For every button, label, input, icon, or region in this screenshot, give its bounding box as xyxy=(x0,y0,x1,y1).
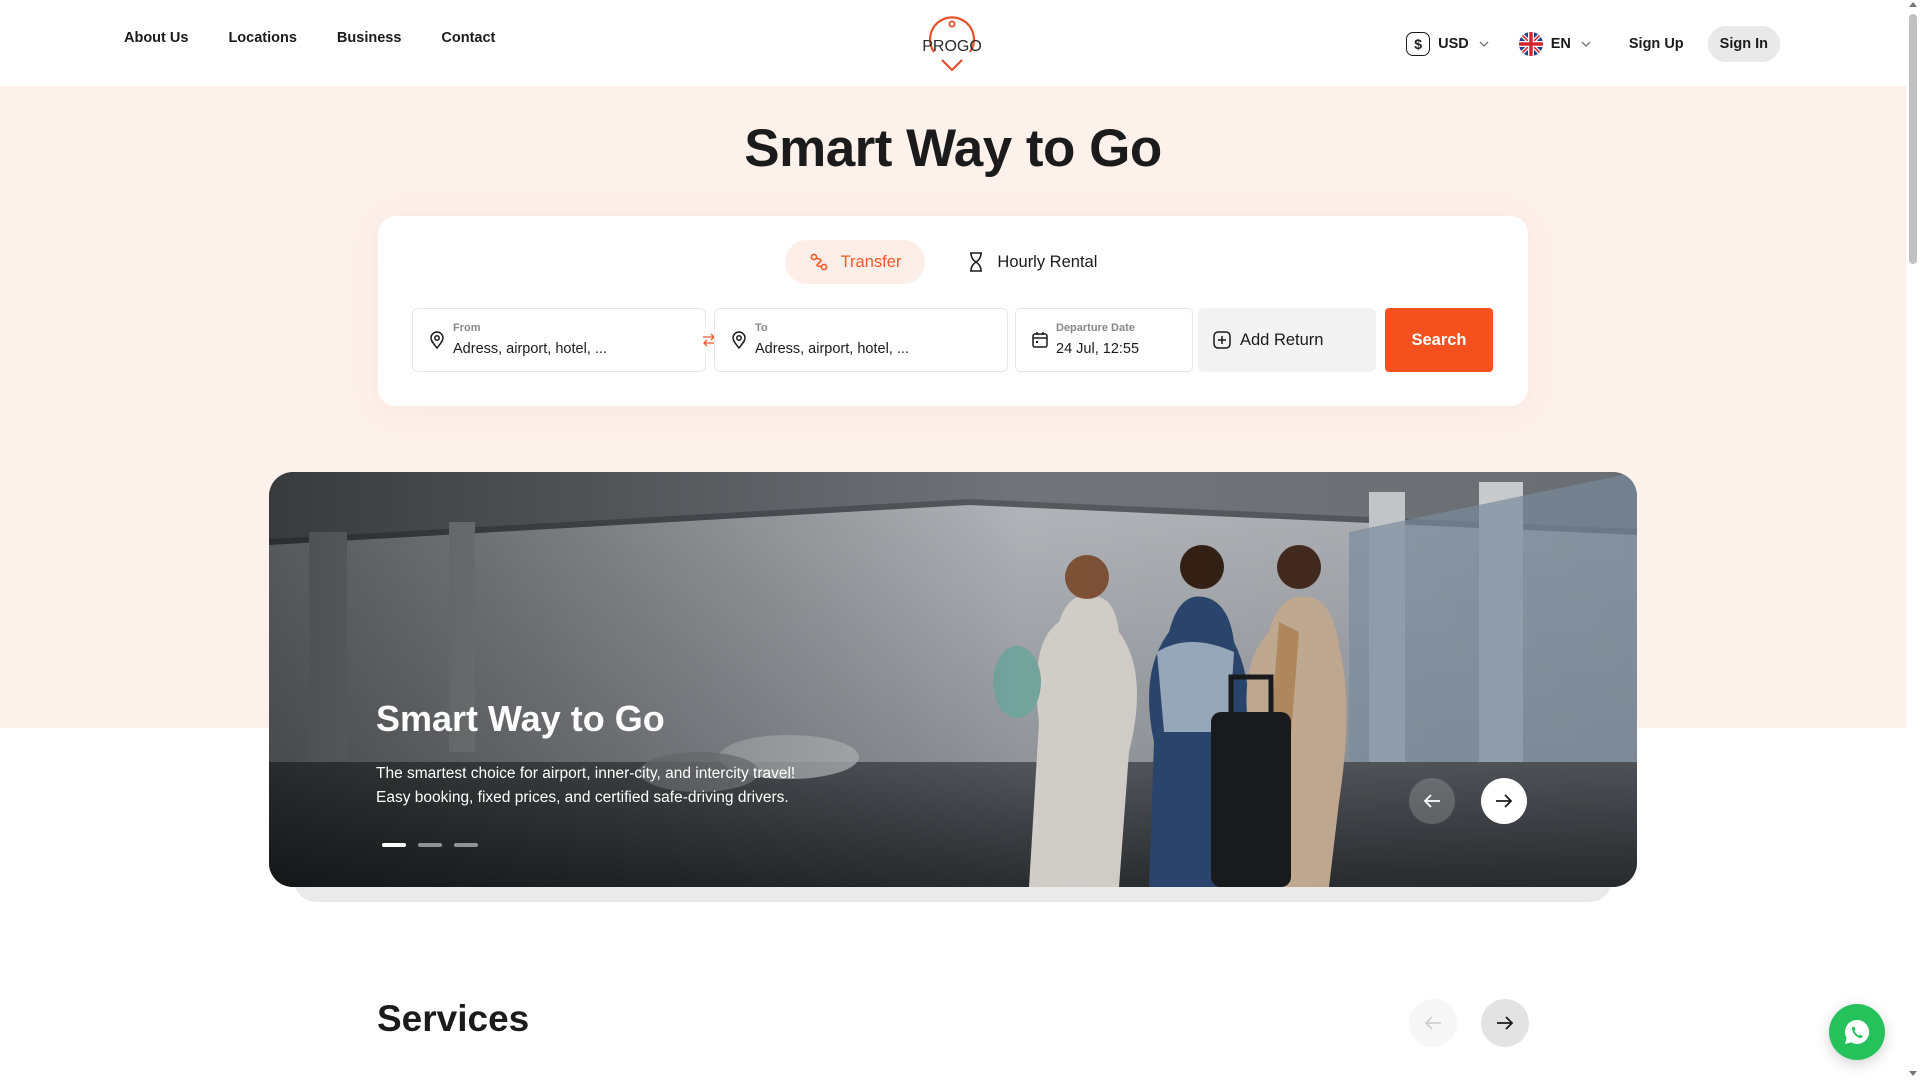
route-icon xyxy=(810,253,827,271)
scroll-up-arrow-icon[interactable] xyxy=(1909,2,1917,7)
plus-square-icon xyxy=(1213,331,1231,349)
from-label: From xyxy=(453,322,481,334)
header-actions: $ USD EN Sign Up Sign In xyxy=(1406,26,1780,62)
to-field[interactable]: To xyxy=(714,308,1008,372)
language-value: EN xyxy=(1550,36,1571,52)
to-label: To xyxy=(755,322,768,334)
whatsapp-icon xyxy=(1844,1019,1870,1044)
slide-description-line-2: Easy booking, fixed prices, and certifie… xyxy=(376,789,789,806)
hero-slider: Smart Way to Go The smartest choice for … xyxy=(269,472,1637,887)
whatsapp-chat-button[interactable] xyxy=(1829,1004,1885,1060)
sign-in-button[interactable]: Sign In xyxy=(1707,26,1780,62)
airport-travelers-image xyxy=(269,472,1637,887)
nav-business[interactable]: Business xyxy=(337,30,401,46)
arrow-left-icon xyxy=(1424,1016,1441,1030)
slide-description: The smartest choice for airport, inner-c… xyxy=(376,762,936,810)
arrow-left-icon xyxy=(1423,794,1440,808)
nav-contact[interactable]: Contact xyxy=(441,30,495,46)
services-next-button[interactable] xyxy=(1481,999,1529,1047)
hero-title: Smart Way to Go xyxy=(744,119,1162,178)
currency-value: USD xyxy=(1438,36,1469,52)
currency-selector[interactable]: $ USD xyxy=(1406,32,1491,56)
hourglass-icon xyxy=(970,252,983,272)
nav-about-us[interactable]: About Us xyxy=(124,30,188,46)
progo-logo[interactable]: PROGO xyxy=(922,14,982,72)
sign-up-link[interactable]: Sign Up xyxy=(1629,36,1684,52)
services-prev-button[interactable] xyxy=(1409,999,1457,1047)
slide-prev-button[interactable] xyxy=(1409,778,1455,824)
booking-card: Transfer Hourly Rental From To xyxy=(378,216,1528,406)
nav-locations[interactable]: Locations xyxy=(228,30,296,46)
slide-dot-3[interactable] xyxy=(454,843,478,847)
site-header: About Us Locations Business Contact PROG… xyxy=(0,0,1906,86)
search-button[interactable]: Search xyxy=(1385,308,1493,372)
slide-dot-1[interactable] xyxy=(382,843,406,847)
to-input[interactable] xyxy=(755,341,955,357)
departure-date-label: Departure Date xyxy=(1056,322,1135,334)
tab-hourly-rental-label: Hourly Rental xyxy=(997,252,1098,271)
arrow-right-icon xyxy=(1496,794,1513,808)
language-selector[interactable]: EN xyxy=(1518,32,1593,56)
page-scrollbar[interactable] xyxy=(1906,0,1920,1080)
tab-hourly-rental[interactable]: Hourly Rental xyxy=(943,240,1121,284)
location-pin-icon xyxy=(732,331,746,350)
from-field[interactable]: From xyxy=(412,308,706,372)
tab-transfer-label: Transfer xyxy=(840,252,902,271)
scroll-down-arrow-icon[interactable] xyxy=(1909,1071,1917,1076)
slide-description-line-1: The smartest choice for airport, inner-c… xyxy=(376,765,796,782)
add-return-label: Add Return xyxy=(1240,330,1324,349)
scrollbar-thumb[interactable] xyxy=(1909,14,1917,264)
logo-wordmark: PROGO xyxy=(922,38,982,55)
slide-title: Smart Way to Go xyxy=(376,698,665,739)
slide-indicators xyxy=(382,843,478,847)
main-nav: About Us Locations Business Contact xyxy=(124,30,495,46)
chevron-down-icon xyxy=(1581,41,1591,47)
arrow-right-icon xyxy=(1497,1016,1514,1030)
dollar-icon: $ xyxy=(1406,32,1431,56)
slide-next-button[interactable] xyxy=(1481,778,1527,824)
add-return-button[interactable]: Add Return xyxy=(1198,308,1376,372)
location-pin-icon xyxy=(430,331,444,350)
tab-transfer[interactable]: Transfer xyxy=(784,240,926,284)
booking-tabs: Transfer Hourly Rental xyxy=(378,240,1528,284)
from-input[interactable] xyxy=(453,341,653,357)
chevron-down-icon xyxy=(1479,41,1489,47)
calendar-icon xyxy=(1032,332,1048,348)
departure-date-field[interactable]: Departure Date 24 Jul, 12:55 xyxy=(1015,308,1193,372)
uk-flag-icon xyxy=(1518,32,1543,56)
slide-dot-2[interactable] xyxy=(418,843,442,847)
services-heading: Services xyxy=(377,998,530,1039)
